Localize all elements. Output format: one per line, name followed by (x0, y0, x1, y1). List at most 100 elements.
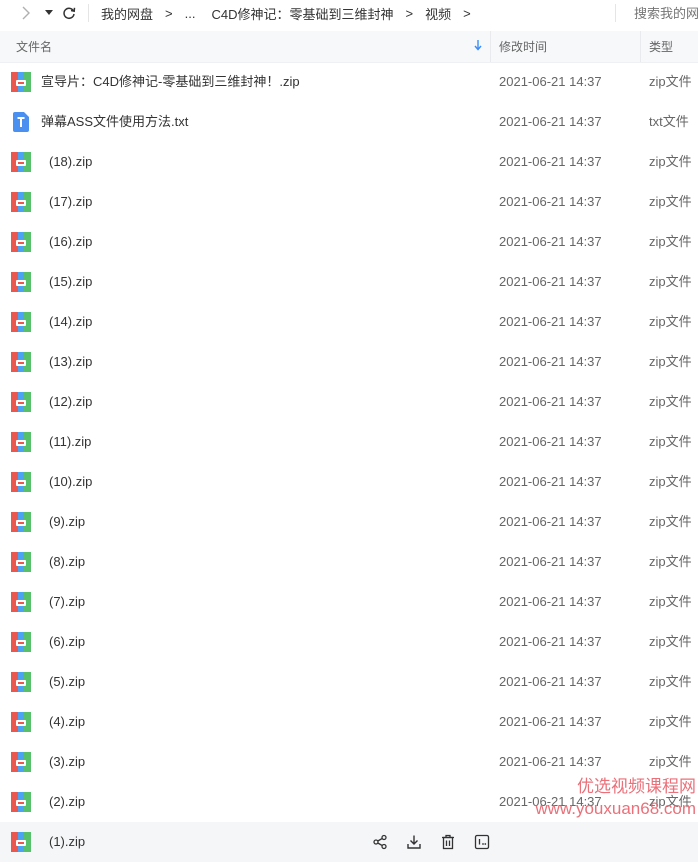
arrow-down-icon[interactable] (474, 39, 482, 54)
delete-icon[interactable] (438, 832, 458, 852)
file-name[interactable]: (10).zip (49, 462, 92, 502)
zip-archive-icon (11, 392, 31, 412)
zip-archive-icon (11, 592, 31, 612)
breadcrumb: 我的网盘 > ... C4D修神记：零基础到三维封神 > 视频 > (101, 4, 483, 23)
file-row[interactable]: (17).zip 2021-06-21 14:37 zip文件 (0, 182, 698, 222)
file-name[interactable]: (1).zip (49, 822, 85, 862)
search-input[interactable] (634, 3, 698, 23)
file-modified-time: 2021-06-21 14:37 (499, 794, 602, 809)
column-divider[interactable] (490, 31, 491, 62)
toolbar: 我的网盘 > ... C4D修神记：零基础到三维封神 > 视频 > (0, 0, 698, 26)
more-icon[interactable] (472, 832, 492, 852)
file-name[interactable]: (13).zip (49, 342, 92, 382)
file-row[interactable]: (3).zip 2021-06-21 14:37 zip文件 (0, 742, 698, 782)
history-dropdown-button[interactable] (38, 2, 60, 24)
breadcrumb-item-course[interactable]: C4D修神记：零基础到三维封神 (211, 4, 393, 23)
file-name[interactable]: (17).zip (49, 182, 92, 222)
file-row[interactable]: 宣导片：C4D修神记-零基础到三维封神！.zip 2021-06-21 14:37… (0, 62, 698, 102)
file-type: zip文件 (649, 394, 692, 409)
file-type: zip文件 (649, 434, 692, 449)
refresh-button[interactable] (58, 2, 80, 24)
file-modified-time: 2021-06-21 14:37 (499, 754, 602, 769)
file-name[interactable]: (12).zip (49, 382, 92, 422)
file-name[interactable]: (7).zip (49, 582, 85, 622)
breadcrumb-item-ellipsis[interactable]: ... (185, 6, 196, 21)
file-modified-time: 2021-06-21 14:37 (499, 114, 602, 129)
file-row[interactable]: (16).zip 2021-06-21 14:37 zip文件 (0, 222, 698, 262)
share-icon[interactable] (370, 832, 390, 852)
file-type: zip文件 (649, 314, 692, 329)
file-row[interactable]: (12).zip 2021-06-21 14:37 zip文件 (0, 382, 698, 422)
file-row[interactable]: 弹幕ASS文件使用方法.txt 2021-06-21 14:37 txt文件 (0, 102, 698, 142)
zip-archive-icon (11, 792, 31, 812)
file-name[interactable]: (2).zip (49, 782, 85, 822)
file-modified-time: 2021-06-21 14:37 (499, 474, 602, 489)
file-row[interactable]: (10).zip 2021-06-21 14:37 zip文件 (0, 462, 698, 502)
file-modified-time: 2021-06-21 14:37 (499, 154, 602, 169)
file-row[interactable]: (13).zip 2021-06-21 14:37 zip文件 (0, 342, 698, 382)
zip-archive-icon (11, 752, 31, 772)
file-modified-time: 2021-06-21 14:37 (499, 634, 602, 649)
file-type: zip文件 (649, 74, 692, 89)
file-row[interactable]: (18).zip 2021-06-21 14:37 zip文件 (0, 142, 698, 182)
file-name[interactable]: (3).zip (49, 742, 85, 782)
file-name[interactable]: (6).zip (49, 622, 85, 662)
file-modified-time: 2021-06-21 14:37 (499, 394, 602, 409)
file-name[interactable]: 弹幕ASS文件使用方法.txt (41, 102, 188, 142)
breadcrumb-separator: > (165, 6, 173, 21)
file-row[interactable]: (15).zip 2021-06-21 14:37 zip文件 (0, 262, 698, 302)
file-type: zip文件 (649, 674, 692, 689)
column-header-name[interactable]: 文件名 (16, 31, 492, 62)
file-modified-time: 2021-06-21 14:37 (499, 554, 602, 569)
file-modified-time: 2021-06-21 14:37 (499, 194, 602, 209)
file-name[interactable]: (16).zip (49, 222, 92, 262)
file-modified-time: 2021-06-21 14:37 (499, 514, 602, 529)
file-name[interactable]: (9).zip (49, 502, 85, 542)
file-type: zip文件 (649, 274, 692, 289)
file-list: 宣导片：C4D修神记-零基础到三维封神！.zip 2021-06-21 14:37… (0, 62, 698, 862)
file-row[interactable]: (1).zip (0, 822, 698, 862)
zip-archive-icon (11, 432, 31, 452)
search-divider (615, 4, 616, 22)
column-header-time[interactable]: 修改时间 (499, 31, 547, 62)
file-type: zip文件 (649, 754, 692, 769)
file-name[interactable]: (11).zip (49, 422, 91, 462)
chevron-right-icon (22, 6, 30, 20)
file-modified-time: 2021-06-21 14:37 (499, 714, 602, 729)
zip-archive-icon (11, 632, 31, 652)
column-divider[interactable] (640, 31, 641, 62)
column-header-type[interactable]: 类型 (649, 31, 673, 62)
file-name[interactable]: (8).zip (49, 542, 85, 582)
file-row[interactable]: (2).zip 2021-06-21 14:37 zip文件 (0, 782, 698, 822)
file-name[interactable]: 宣导片：C4D修神记-零基础到三维封神！.zip (41, 62, 300, 102)
toolbar-divider (88, 4, 89, 22)
forward-button[interactable] (15, 2, 37, 24)
file-row[interactable]: (14).zip 2021-06-21 14:37 zip文件 (0, 302, 698, 342)
row-actions (370, 832, 492, 852)
breadcrumb-item-video[interactable]: 视频 (425, 4, 451, 23)
file-row[interactable]: (9).zip 2021-06-21 14:37 zip文件 (0, 502, 698, 542)
text-file-icon (11, 112, 31, 132)
file-row[interactable]: (8).zip 2021-06-21 14:37 zip文件 (0, 542, 698, 582)
file-name[interactable]: (5).zip (49, 662, 85, 702)
file-type: zip文件 (649, 474, 692, 489)
file-name[interactable]: (15).zip (49, 262, 92, 302)
breadcrumb-item-my-drive[interactable]: 我的网盘 (101, 4, 153, 23)
file-modified-time: 2021-06-21 14:37 (499, 674, 602, 689)
file-row[interactable]: (7).zip 2021-06-21 14:37 zip文件 (0, 582, 698, 622)
breadcrumb-separator: > (463, 6, 471, 21)
file-name[interactable]: (4).zip (49, 702, 85, 742)
file-name[interactable]: (14).zip (49, 302, 92, 342)
file-name[interactable]: (18).zip (49, 142, 92, 182)
file-row[interactable]: (5).zip 2021-06-21 14:37 zip文件 (0, 662, 698, 702)
file-type: zip文件 (649, 634, 692, 649)
file-modified-time: 2021-06-21 14:37 (499, 354, 602, 369)
file-modified-time: 2021-06-21 14:37 (499, 314, 602, 329)
download-icon[interactable] (404, 832, 424, 852)
file-row[interactable]: (4).zip 2021-06-21 14:37 zip文件 (0, 702, 698, 742)
file-list-header: 文件名 修改时间 类型 (0, 31, 698, 63)
file-modified-time: 2021-06-21 14:37 (499, 274, 602, 289)
file-row[interactable]: (6).zip 2021-06-21 14:37 zip文件 (0, 622, 698, 662)
file-row[interactable]: (11).zip 2021-06-21 14:37 zip文件 (0, 422, 698, 462)
file-type: zip文件 (649, 354, 692, 369)
